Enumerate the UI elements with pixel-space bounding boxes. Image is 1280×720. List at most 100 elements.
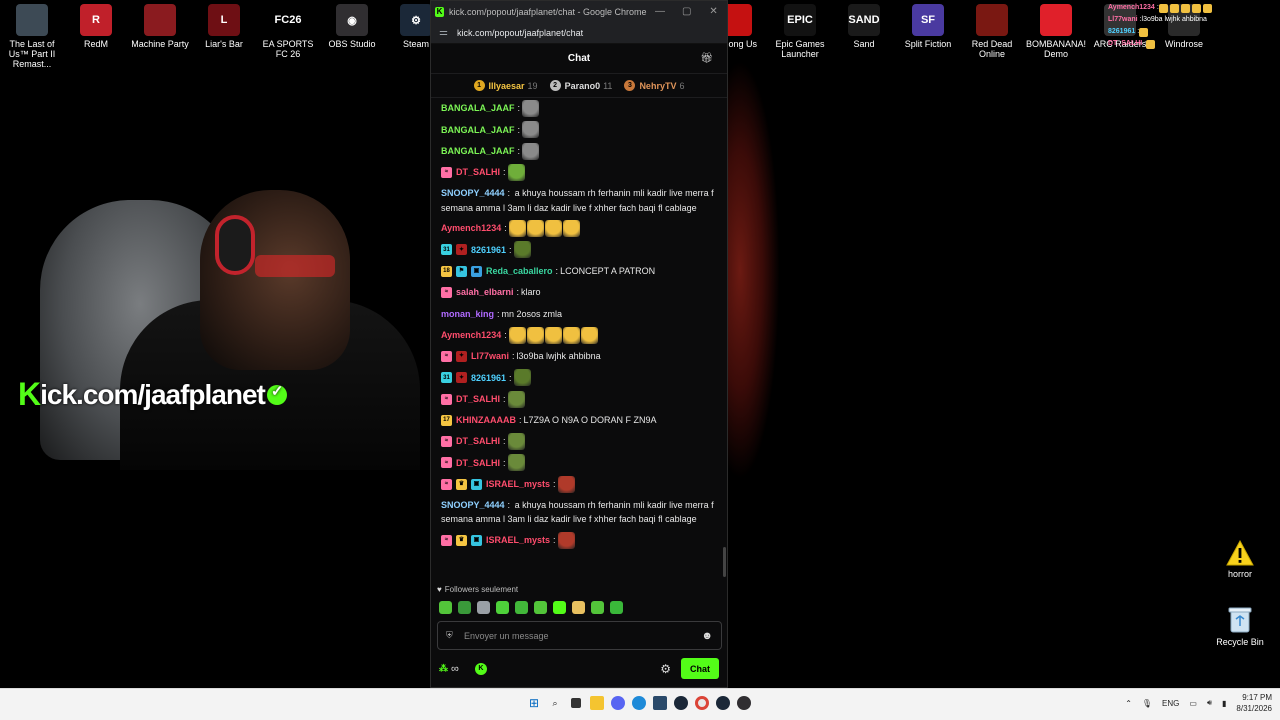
chat-username[interactable]: BANGALA_JAAF	[441, 123, 515, 137]
leaderboard-entry[interactable]: 2 Parano0 11	[549, 80, 612, 91]
search-icon[interactable]: ⌕	[548, 696, 562, 710]
chat-emote[interactable]	[526, 220, 544, 238]
user-badge-icon[interactable]: ≈	[441, 287, 452, 299]
user-badge-icon[interactable]: 31	[441, 372, 452, 384]
chat-username[interactable]: KHINZAAAAB	[456, 413, 516, 427]
chat-username[interactable]: SNOOPY_4444	[441, 188, 505, 198]
chat-username[interactable]: DT_SALHI	[456, 165, 500, 179]
steam-taskbar-icon-2[interactable]	[716, 696, 730, 710]
desktop-icon[interactable]: SF Split Fiction	[896, 4, 960, 49]
chat-emote[interactable]	[580, 326, 598, 344]
language-indicator[interactable]: ENG	[1162, 699, 1179, 708]
address-bar[interactable]: ⚌ kick.com/popout/jaafplanet/chat	[431, 22, 727, 44]
chat-emote[interactable]	[507, 433, 525, 451]
user-badge-icon[interactable]: ✦	[456, 350, 467, 362]
chat-emote[interactable]	[508, 220, 526, 238]
calculator-icon[interactable]	[653, 696, 667, 710]
user-badge-icon[interactable]: ▣	[471, 534, 482, 546]
battery-icon[interactable]: ▮	[1222, 699, 1226, 708]
desktop-icon[interactable]: R RedM	[64, 4, 128, 49]
user-badge-icon[interactable]: ▣	[471, 265, 482, 277]
site-settings-icon[interactable]: ⚌	[439, 27, 453, 38]
user-badge-icon[interactable]: ≈	[441, 167, 452, 179]
user-badge-icon[interactable]: 17	[441, 414, 452, 426]
chat-username[interactable]: BANGALA_JAAF	[441, 101, 515, 115]
quick-emote[interactable]	[496, 601, 509, 614]
quick-emote[interactable]	[534, 601, 547, 614]
desktop-icon-horror[interactable]: horror	[1208, 540, 1272, 579]
channel-points-icon[interactable]: ⁂	[439, 663, 448, 674]
chat-emote[interactable]	[562, 220, 580, 238]
user-badge-icon[interactable]: ♛	[456, 478, 467, 490]
file-explorer-icon[interactable]	[590, 696, 604, 710]
user-badge-icon[interactable]: ≈	[441, 436, 452, 448]
steam-taskbar-icon[interactable]	[674, 696, 688, 710]
chat-emote[interactable]	[507, 164, 525, 182]
chat-username[interactable]: Reda_caballero	[486, 264, 553, 278]
chat-username[interactable]: salah_elbarni	[456, 285, 514, 299]
user-badge-icon[interactable]: 18	[441, 265, 452, 277]
channel-points-value[interactable]: ∞	[451, 663, 459, 675]
quick-emote[interactable]	[439, 601, 452, 614]
chat-username[interactable]: SNOOPY_4444	[441, 500, 505, 510]
user-badge-icon[interactable]: ▣	[471, 478, 482, 490]
minimize-button[interactable]: —	[647, 6, 674, 17]
chat-username[interactable]: ISRAEL_mysts	[486, 477, 550, 491]
send-chat-button[interactable]: Chat	[681, 658, 719, 679]
gift-icon[interactable]: 🎁︎	[700, 53, 713, 64]
chat-username[interactable]: BANGALA_JAAF	[441, 144, 515, 158]
desktop-icon[interactable]: The Last of Us™ Part II Remast...	[0, 4, 64, 69]
message-input-box[interactable]: ⛨ ☻	[437, 621, 722, 650]
chevron-up-icon[interactable]: ⌃	[1125, 699, 1132, 708]
chat-scrollbar[interactable]	[723, 547, 726, 577]
chat-username[interactable]: DT_SALHI	[456, 392, 500, 406]
maximize-button[interactable]: ▢	[673, 6, 700, 17]
kick-rewards-icon[interactable]: K	[474, 662, 487, 675]
chat-emote[interactable]	[508, 326, 526, 344]
chrome-icon[interactable]	[695, 696, 709, 710]
quick-emote[interactable]	[477, 601, 490, 614]
chat-emote[interactable]	[513, 369, 531, 387]
desktop-icon-recycle-bin[interactable]: Recycle Bin	[1208, 606, 1272, 647]
chat-username[interactable]: 8261961	[471, 371, 506, 385]
desktop-icon[interactable]: L Liar's Bar	[192, 4, 256, 49]
user-badge-icon[interactable]: ⚑	[456, 265, 467, 277]
quick-emote[interactable]	[572, 601, 585, 614]
chat-emote[interactable]	[557, 531, 575, 549]
window-titlebar[interactable]: K kick.com/popout/jaafplanet/chat - Goog…	[431, 1, 727, 22]
user-badge-icon[interactable]: ≈	[441, 350, 452, 362]
volume-icon[interactable]: 🔊︎	[1207, 698, 1212, 708]
chat-emote[interactable]	[507, 390, 525, 408]
quick-emote[interactable]	[591, 601, 604, 614]
desktop-icon[interactable]: SAND Sand	[832, 4, 896, 49]
user-badge-icon[interactable]: ✦	[456, 244, 467, 256]
chat-username[interactable]: ISRAEL_mysts	[486, 533, 550, 547]
microphone-icon[interactable]: 🎙︎	[1142, 699, 1152, 708]
message-input[interactable]	[464, 630, 702, 641]
user-badge-icon[interactable]: ♛	[456, 534, 467, 546]
gear-icon[interactable]: ⚙	[660, 662, 671, 676]
chat-emote[interactable]	[513, 241, 531, 259]
chat-emote[interactable]	[522, 142, 540, 160]
edge-icon[interactable]	[632, 696, 646, 710]
discord-icon[interactable]	[611, 696, 625, 710]
chat-emote[interactable]	[522, 100, 540, 118]
leaderboard-entry[interactable]: 1 Illyaesar 19	[473, 80, 538, 91]
chat-emote[interactable]	[544, 326, 562, 344]
desktop-icon[interactable]: Red Dead Online	[960, 4, 1024, 59]
chat-username[interactable]: 8261961	[471, 243, 506, 257]
clock[interactable]: 9:17 PM 8/31/2026	[1236, 692, 1272, 714]
user-badge-icon[interactable]: ≈	[441, 393, 452, 405]
task-view-icon[interactable]	[571, 698, 581, 708]
user-badge-icon[interactable]: ≈	[441, 478, 452, 490]
quick-emote[interactable]	[610, 601, 623, 614]
quick-emote[interactable]	[458, 601, 471, 614]
url-text[interactable]: kick.com/popout/jaafplanet/chat	[457, 28, 583, 38]
chat-username[interactable]: DT_SALHI	[456, 456, 500, 470]
chat-username[interactable]: Ll77wani	[471, 349, 509, 363]
close-button[interactable]: ✕	[700, 6, 727, 17]
obs-taskbar-icon[interactable]	[737, 696, 751, 710]
chat-username[interactable]: DT_SALHI	[456, 434, 500, 448]
chat-username[interactable]: Aymench1234	[441, 221, 501, 235]
desktop-icon[interactable]: BOMBANANA! Demo	[1024, 4, 1088, 59]
